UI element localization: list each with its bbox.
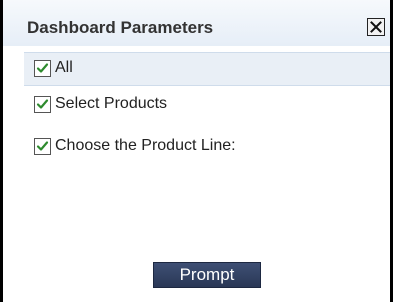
checkbox-select-products[interactable]: Select Products (34, 94, 234, 116)
close-icon (370, 21, 382, 33)
checkbox-label: Select Products (55, 95, 168, 112)
dialog-title-bar: Dashboard Parameters (3, 0, 390, 46)
checkbox-all[interactable]: All (34, 58, 154, 80)
dashboard-parameters-dialog: Dashboard Parameters All Select Products (0, 0, 393, 302)
prompt-button[interactable]: Prompt (153, 262, 261, 288)
checkmark-icon (36, 141, 49, 151)
checkbox-box[interactable] (34, 60, 51, 77)
dialog-title: Dashboard Parameters (27, 18, 214, 37)
checkbox-choose-product-line[interactable]: Choose the Product Line: (34, 136, 314, 158)
checkmark-icon (36, 99, 49, 109)
checkbox-label: Choose the Product Line: (55, 137, 236, 154)
checkbox-box[interactable] (34, 138, 51, 155)
checkmark-icon (36, 63, 49, 73)
checkbox-label: All (55, 59, 73, 76)
checkbox-box[interactable] (34, 96, 51, 113)
close-button[interactable] (367, 18, 385, 36)
